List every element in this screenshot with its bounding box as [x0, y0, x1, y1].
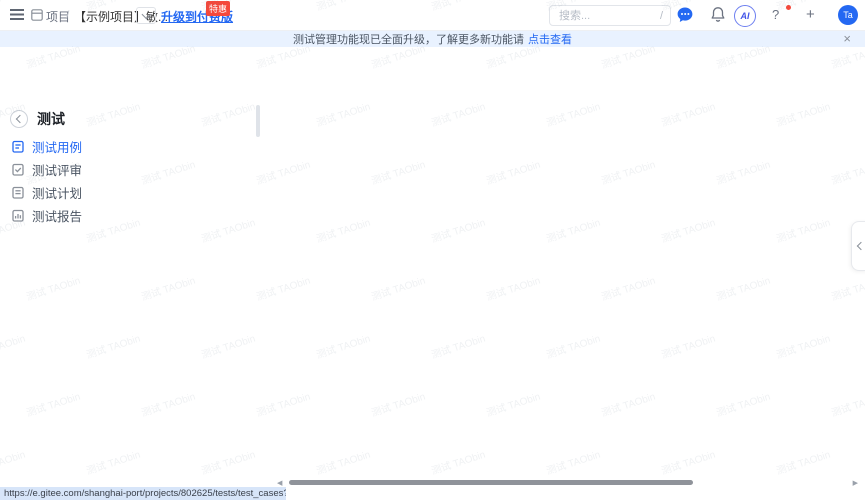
chevron-left-icon [857, 242, 865, 250]
sidebar-item-test-cases[interactable]: 测试用例 [0, 135, 126, 158]
create-new-icon[interactable]: + [806, 6, 815, 23]
promo-badge: 特惠 [206, 1, 230, 16]
modules-panel [126, 47, 264, 500]
link-preview-statusbar: https://e.gitee.com/shanghai-port/projec… [0, 487, 286, 500]
global-search[interactable]: / [549, 5, 671, 26]
test-sidebar: 测试 测试用例 测试评审 测试计划 测试报告 [0, 47, 127, 500]
sidebar-back[interactable]: 测试 [10, 109, 65, 129]
sidebar-item-test-report[interactable]: 测试报告 [0, 204, 126, 227]
sidebar-item-test-plan[interactable]: 测试计划 [0, 181, 126, 204]
scroll-right-arrow-icon[interactable]: ▶ [853, 479, 858, 487]
horizontal-scrollbar-thumb[interactable] [289, 480, 693, 485]
sidebar-item-label: 测试用例 [32, 137, 82, 156]
chevron-down-icon [141, 9, 151, 19]
sidebar-title: 测试 [37, 109, 65, 129]
hamburger-icon[interactable] [10, 9, 24, 20]
feedback-chat-icon[interactable] [676, 6, 694, 24]
test-report-icon [12, 209, 24, 222]
search-shortcut-hint: / [660, 10, 663, 22]
project-board-icon [31, 9, 43, 21]
user-avatar[interactable]: Ta [838, 5, 858, 25]
sidebar-item-label: 测试计划 [32, 183, 82, 202]
modules-scrollbar-thumb[interactable] [256, 105, 260, 137]
ai-assistant-button[interactable]: AI [734, 5, 756, 27]
banner-message: 测试管理功能现已全面升级，了解更多新功能请 [293, 31, 524, 47]
top-bar: 项目 / 【示例项目】敏... 升级到付费版 特惠 / AI ? + Ta [0, 0, 865, 31]
breadcrumb-separator: / [66, 8, 69, 22]
notifications-bell-icon[interactable] [710, 6, 726, 23]
sidebar-item-label: 测试评审 [32, 160, 82, 179]
banner-link[interactable]: 点击查看 [528, 31, 572, 47]
main-panel [263, 47, 865, 500]
banner-close-icon[interactable]: × [843, 31, 851, 46]
help-icon[interactable]: ? [772, 7, 779, 22]
horizontal-scrollbar[interactable]: ◀ ▶ [277, 479, 858, 487]
back-circle-icon[interactable] [10, 110, 28, 128]
sidebar-item-test-review[interactable]: 测试评审 [0, 158, 126, 181]
project-switcher-dropdown[interactable] [136, 7, 156, 24]
upgrade-banner: 测试管理功能现已全面升级，了解更多新功能请 点击查看 × [0, 30, 865, 47]
help-notification-dot [786, 5, 791, 10]
app-window: 项目 / 【示例项目】敏... 升级到付费版 特惠 / AI ? + Ta 测试… [0, 0, 865, 500]
test-plan-icon [12, 186, 24, 199]
global-search-input[interactable] [557, 9, 639, 23]
scroll-left-arrow-icon[interactable]: ◀ [277, 479, 282, 487]
sidebar-item-label: 测试报告 [32, 206, 82, 225]
test-review-icon [12, 163, 24, 176]
test-cases-icon [12, 140, 24, 153]
detail-panel-expand-handle[interactable] [851, 221, 865, 271]
